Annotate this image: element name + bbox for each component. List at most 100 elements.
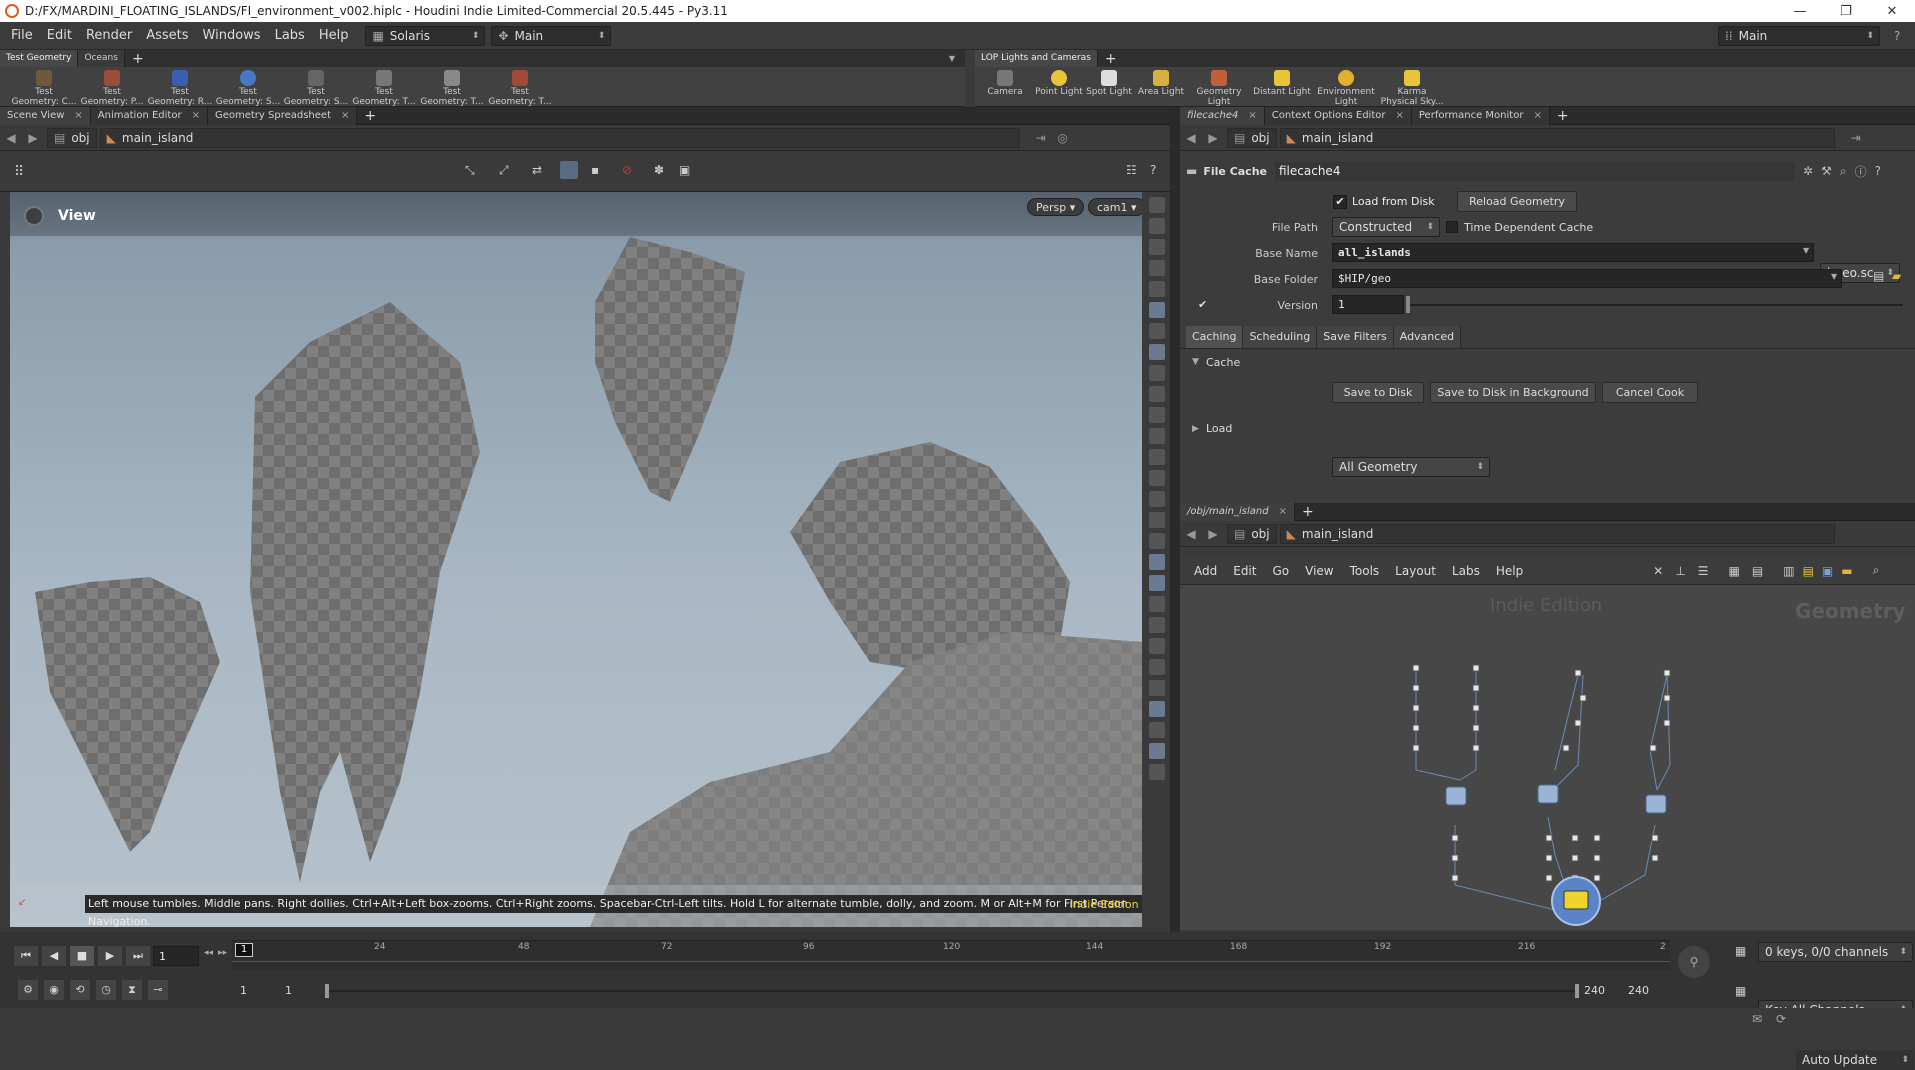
jump-end-icon[interactable]: ⏭ [126,946,150,966]
display-toggle-icon[interactable] [1149,533,1165,549]
range-end-handle[interactable] [1575,984,1579,998]
shelf-tool-template[interactable]: Test Geometry: T... [350,67,418,107]
breadcrumb-main-island[interactable]: ◣ main_island [99,127,1020,148]
display-toggle-icon[interactable] [1149,701,1165,717]
frame-step-icon[interactable]: ⧗ [122,980,142,1000]
tab-scheduling[interactable]: Scheduling [1243,326,1318,348]
close-tab-icon[interactable]: × [1279,503,1287,521]
menu-edit[interactable]: Edit [40,28,79,43]
shelf-tool-shaderball[interactable]: Test Geometry: S... [214,67,282,107]
network-menu-layout[interactable]: Layout [1395,564,1436,578]
tab-save-filters[interactable]: Save Filters [1317,326,1394,348]
minimize-button[interactable]: — [1777,0,1823,22]
help-icon[interactable]: ? [1894,29,1900,43]
display-toggle-icon[interactable] [1149,365,1165,381]
base-name-field[interactable]: all_islands [1332,243,1814,262]
shelf-tool-rubbertoy[interactable]: Test Geometry: R... [146,67,214,107]
menu-render[interactable]: Render [79,28,139,43]
forward-arrow-icon[interactable]: ▶ [1202,131,1224,145]
breadcrumb-main-island[interactable]: ◣ main_island [1279,523,1835,544]
shelf-menu-arrow-icon[interactable]: ▼ [949,54,955,63]
display-toggle-icon[interactable] [1149,596,1165,612]
display-toggle-icon[interactable] [1149,281,1165,297]
refresh-icon[interactable]: ⟳ [1776,1012,1786,1026]
sticky-note-icon[interactable]: ▤ [1803,564,1814,578]
tab-caching[interactable]: Caching [1186,326,1244,348]
cancel-cook-button[interactable]: Cancel Cook [1602,382,1698,403]
help-icon[interactable]: ? [1875,164,1881,178]
breadcrumb-obj[interactable]: ▤ obj [1227,523,1277,544]
display-toggle-icon[interactable] [1149,680,1165,696]
tab-animation-editor[interactable]: Animation Editor × [90,106,208,125]
play-reverse-icon[interactable]: ◀ [42,946,66,966]
display-toggle-icon[interactable] [1149,428,1165,444]
image-icon[interactable]: ▣ [1822,564,1833,578]
reload-geometry-button[interactable]: Reload Geometry [1457,191,1577,212]
display-toggle-icon[interactable] [1149,386,1165,402]
desktop-select[interactable]: ▦ Solaris ⬍ [365,25,486,46]
list-view-icon[interactable]: ☰ [1698,564,1709,578]
menu-help[interactable]: Help [312,28,356,43]
display-toggle-icon[interactable] [1149,554,1165,570]
audio-icon[interactable]: ◉ [44,980,64,1000]
menu-windows[interactable]: Windows [196,28,268,43]
base-folder-field[interactable]: $HIP/geo [1332,269,1842,288]
add-shelf-tab-icon[interactable]: + [125,51,151,67]
folder-icon[interactable]: ▬ [1841,564,1852,578]
shelf-tool-distant-light[interactable]: Distant Light [1251,67,1313,107]
right-desktop-select[interactable]: ⁞⁞ Main ⬍ [1718,25,1880,46]
display-toggle-icon[interactable] [1149,218,1165,234]
display-toggle-icon[interactable] [1149,323,1165,339]
tab-advanced[interactable]: Advanced [1393,326,1462,348]
grid-menu-icon[interactable]: ⠿ [14,164,24,180]
display-toggle-icon[interactable] [1149,617,1165,633]
network-menu-help[interactable]: Help [1496,564,1523,578]
message-icon[interactable]: ✉ [1752,1012,1762,1026]
grid-view-icon[interactable]: ▦ [1729,564,1740,578]
range-start-field[interactable]: 1 [240,984,247,997]
pin-icon[interactable]: ⇥ [1845,131,1867,145]
camera-view-icon[interactable] [1149,764,1165,780]
viewport-help-icon[interactable]: ? [1150,163,1156,177]
wrench-icon[interactable]: ⚒ [1821,164,1832,178]
back-arrow-icon[interactable]: ◀ [1180,131,1202,145]
time-dependent-checkbox[interactable] [1446,221,1458,233]
network-menu-edit[interactable]: Edit [1233,564,1256,578]
display-toggle-icon[interactable] [1149,743,1165,759]
auto-update-select[interactable]: Auto Update ⬍ [1796,1050,1914,1070]
breadcrumb-main-island[interactable]: ◣ main_island [1279,127,1835,148]
shelf-tool-squab[interactable]: Test Geometry: S... [282,67,350,107]
add-shelf-tab-right-icon[interactable]: + [1098,51,1124,67]
scene-viewport[interactable]: View Persp ▾ cam1 ▾ ↙ Left mouse tumbles… [10,192,1142,927]
version-slider-handle[interactable] [1406,296,1410,313]
base-folder-menu-icon[interactable]: ▼ [1831,272,1837,281]
shelf-tool-area-light[interactable]: Area Light [1135,67,1187,107]
select-tool-icon[interactable]: ⤡ [465,163,475,178]
toolbar-settings-icon[interactable]: ☷ [1126,163,1137,177]
menu-file[interactable]: File [4,28,40,43]
pose-tool-icon[interactable]: ⇄ [532,163,542,177]
close-button[interactable]: ✕ [1869,0,1915,22]
close-tab-icon[interactable]: × [74,107,82,125]
tab-performance-monitor[interactable]: Performance Monitor × [1411,106,1550,125]
shelf-tab-test-geometry[interactable]: Test Geometry [0,50,79,67]
play-forward-icon[interactable]: ▶ [98,946,122,966]
menu-labs[interactable]: Labs [268,28,312,43]
range-start-field-2[interactable]: 1 [285,984,292,997]
search-icon[interactable]: ⌕ [1840,164,1847,179]
info-icon[interactable]: ⓘ [1855,163,1867,180]
node-name-field[interactable]: filecache4 [1275,161,1795,181]
display-toggle-icon[interactable] [1149,449,1165,465]
add-pane-tab-icon[interactable]: + [1550,108,1576,124]
snap-icon[interactable]: ✽ [654,163,664,177]
keys-channels-icon[interactable]: ▦ [1735,944,1746,958]
network-menu-labs[interactable]: Labs [1452,564,1480,578]
close-tab-icon[interactable]: × [341,107,349,125]
display-toggle-icon[interactable] [1149,491,1165,507]
save-to-disk-button[interactable]: Save to Disk [1332,382,1424,403]
keys-channels-select[interactable]: 0 keys, 0/0 channels ⬍ [1758,942,1913,962]
network-editor[interactable]: Indie Edition Geometry [1180,585,1915,930]
shelf-tab-oceans[interactable]: Oceans [78,50,125,67]
context-select[interactable]: ✥ Main ⬍ [491,25,612,46]
display-toggle-icon[interactable] [1149,512,1165,528]
